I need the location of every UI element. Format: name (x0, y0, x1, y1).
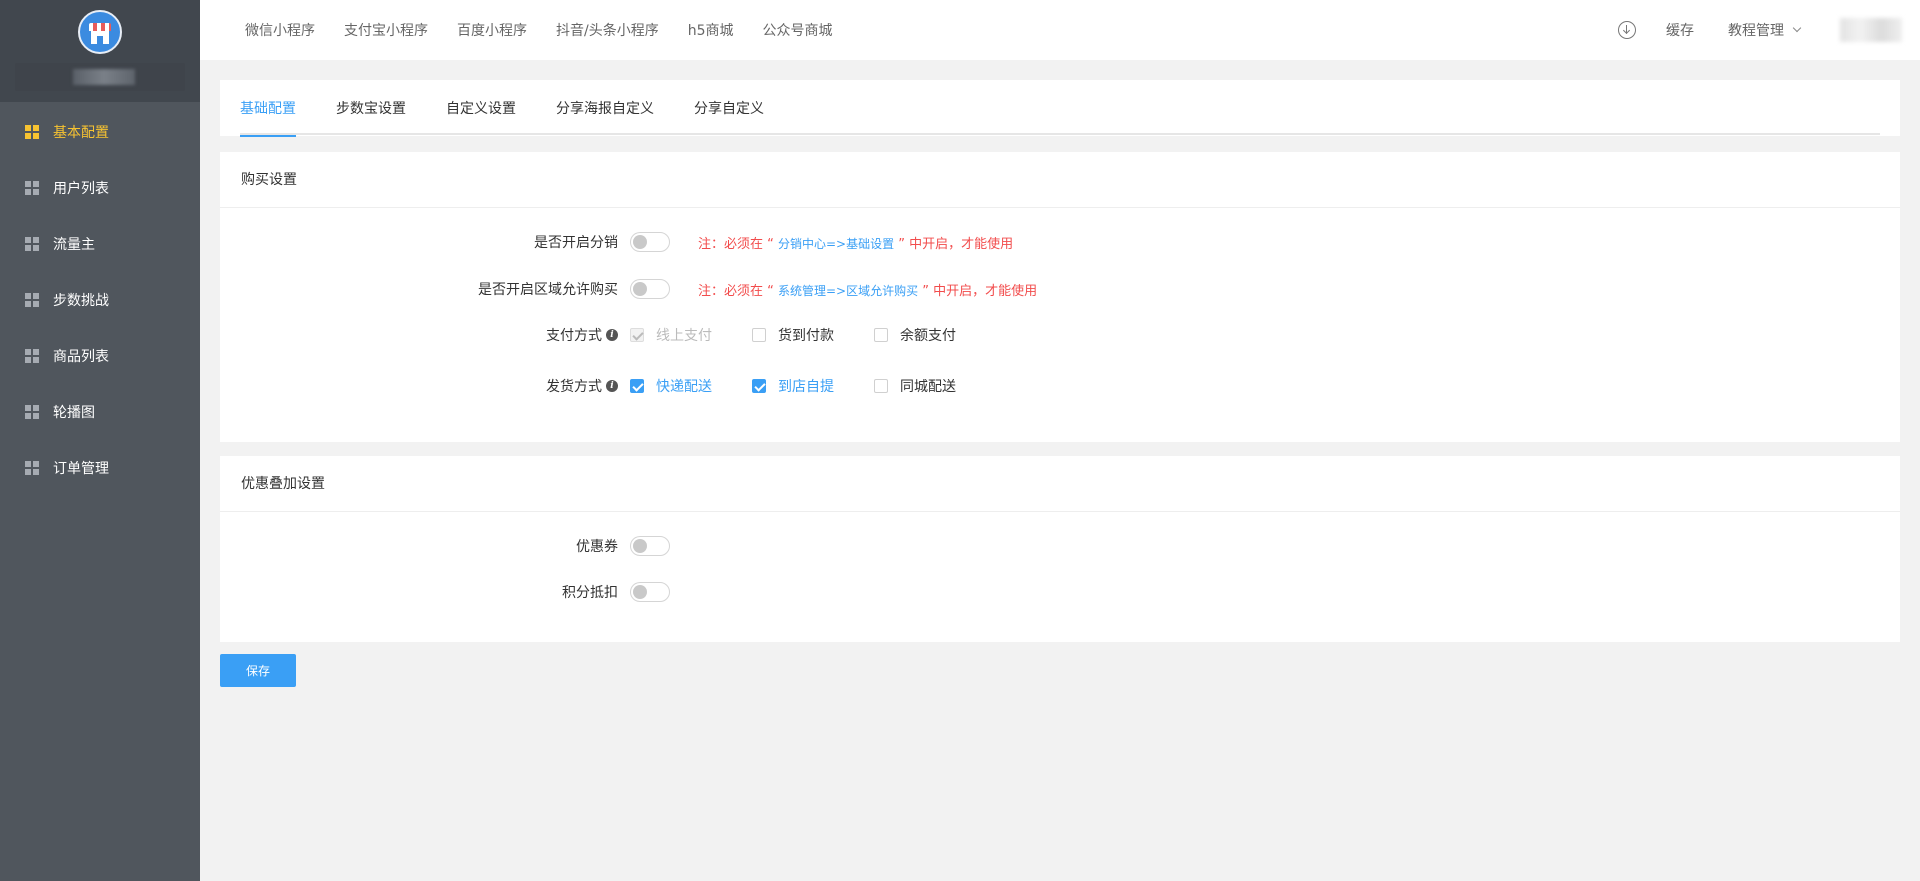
field-label: 积分抵扣 (562, 585, 618, 601)
payment-options: 线上支付 货到付款 余额支付 (630, 325, 996, 345)
field-label: 支付方式 i (220, 325, 630, 345)
sidebar-item-step-challenge[interactable]: 步数挑战 (0, 272, 200, 328)
grid-icon (25, 461, 39, 475)
tab-custom-settings[interactable]: 自定义设置 (446, 80, 516, 135)
shipping-same-city-checkbox[interactable]: 同城配送 (874, 376, 956, 396)
shipping-pickup-checkbox[interactable]: 到店自提 (752, 376, 834, 396)
sidebar-item-label: 轮播图 (53, 405, 95, 421)
download-icon[interactable] (1618, 21, 1636, 39)
sidebar-item-label: 步数挑战 (53, 293, 109, 309)
sidebar-item-order-management[interactable]: 订单管理 (0, 440, 200, 496)
tab-share-custom[interactable]: 分享自定义 (694, 80, 764, 135)
tutorial-label: 教程管理 (1728, 23, 1784, 39)
coupon-toggle[interactable] (630, 536, 670, 556)
shop-name-blurred (15, 63, 185, 91)
sidebar-item-label: 订单管理 (53, 461, 109, 477)
store-logo-icon (78, 10, 122, 54)
sidebar-item-carousel[interactable]: 轮播图 (0, 384, 200, 440)
payment-online-checkbox[interactable]: 线上支付 (630, 325, 712, 345)
grid-icon (25, 181, 39, 195)
grid-icon (25, 293, 39, 307)
sidebar-item-label: 用户列表 (53, 181, 109, 197)
payment-method-row: 支付方式 i 线上支付 货到付款 余额支付 (220, 320, 996, 350)
tabs-card: 基础配置 步数宝设置 自定义设置 分享海报自定义 分享自定义 (220, 80, 1900, 137)
sidebar-item-label: 流量主 (53, 237, 95, 253)
shipping-options: 快递配送 到店自提 同城配送 (630, 376, 996, 396)
nav-wechat-miniprogram[interactable]: 微信小程序 (245, 20, 315, 40)
user-avatar[interactable] (1840, 18, 1902, 42)
payment-balance-checkbox[interactable]: 余额支付 (874, 325, 956, 345)
nav-douyin-miniprogram[interactable]: 抖音/头条小程序 (556, 20, 659, 40)
tab-basic-config[interactable]: 基础配置 (240, 80, 296, 137)
settings-tabs: 基础配置 步数宝设置 自定义设置 分享海报自定义 分享自定义 (240, 80, 1880, 137)
grid-icon (25, 237, 39, 251)
info-icon[interactable]: i (606, 380, 618, 392)
points-row: 积分抵扣 (220, 577, 670, 607)
card-title: 优惠叠加设置 (220, 456, 1900, 512)
field-label: 是否开启区域允许购买 (478, 282, 618, 298)
tab-share-poster[interactable]: 分享海报自定义 (556, 80, 654, 135)
coupon-row: 优惠券 (220, 531, 670, 561)
chevron-down-icon (1792, 23, 1802, 33)
grid-icon (25, 349, 39, 363)
distribution-note: 注：必须在 “ 分销中心=>基础设置 ” 中开启，才能使用 (698, 236, 1014, 252)
field-label: 是否开启分销 (534, 235, 618, 251)
grid-icon (25, 125, 39, 139)
nav-alipay-miniprogram[interactable]: 支付宝小程序 (344, 20, 428, 40)
top-nav: 微信小程序 支付宝小程序 百度小程序 抖音/头条小程序 h5商城 公众号商城 (245, 0, 862, 60)
top-header: 微信小程序 支付宝小程序 百度小程序 抖音/头条小程序 h5商城 公众号商城 缓… (200, 0, 1920, 60)
sidebar-item-traffic-master[interactable]: 流量主 (0, 216, 200, 272)
nav-h5-mall[interactable]: h5商城 (688, 20, 734, 40)
save-button[interactable]: 保存 (220, 654, 296, 687)
nav-official-account-mall[interactable]: 公众号商城 (763, 20, 833, 40)
sidebar-item-basic-config[interactable]: 基本配置 (0, 104, 200, 160)
shipping-express-checkbox[interactable]: 快递配送 (630, 376, 712, 396)
grid-icon (25, 405, 39, 419)
tutorial-dropdown[interactable]: 教程管理 (1728, 20, 1802, 40)
distribution-toggle[interactable] (630, 232, 670, 252)
nav-baidu-miniprogram[interactable]: 百度小程序 (457, 20, 527, 40)
sidebar-item-label: 基本配置 (53, 125, 109, 141)
field-label: 发货方式 i (220, 376, 630, 396)
sidebar-header (0, 0, 200, 102)
region-purchase-toggle[interactable] (630, 279, 670, 299)
card-title: 购买设置 (220, 152, 1900, 208)
points-deduction-toggle[interactable] (630, 582, 670, 602)
purchase-settings-card: 购买设置 是否开启分销 注：必须在 “ 分销中心=>基础设置 ” 中开启，才能使… (220, 152, 1900, 442)
field-label: 优惠券 (576, 539, 618, 555)
tab-step-settings[interactable]: 步数宝设置 (336, 80, 406, 135)
sidebar: 基本配置 用户列表 流量主 步数挑战 商品列表 轮播图 订单管理 (0, 0, 200, 881)
payment-cod-checkbox[interactable]: 货到付款 (752, 325, 834, 345)
shipping-method-row: 发货方式 i 快递配送 到店自提 同城配送 (220, 371, 996, 401)
info-icon[interactable]: i (606, 329, 618, 341)
sidebar-item-user-list[interactable]: 用户列表 (0, 160, 200, 216)
region-purchase-row: 是否开启区域允许购买 注：必须在 “ 系统管理=>区域允许购买 ” 中开启，才能… (220, 274, 1037, 304)
cache-button[interactable]: 缓存 (1666, 20, 1694, 40)
region-purchase-note: 注：必须在 “ 系统管理=>区域允许购买 ” 中开启，才能使用 (698, 283, 1038, 299)
sidebar-item-product-list[interactable]: 商品列表 (0, 328, 200, 384)
discount-settings-card: 优惠叠加设置 优惠券 积分抵扣 (220, 456, 1900, 642)
sidebar-menu: 基本配置 用户列表 流量主 步数挑战 商品列表 轮播图 订单管理 (0, 104, 200, 496)
distribution-row: 是否开启分销 注：必须在 “ 分销中心=>基础设置 ” 中开启，才能使用 (220, 227, 1013, 257)
sidebar-item-label: 商品列表 (53, 349, 109, 365)
header-actions: 缓存 教程管理 (1618, 0, 1920, 60)
